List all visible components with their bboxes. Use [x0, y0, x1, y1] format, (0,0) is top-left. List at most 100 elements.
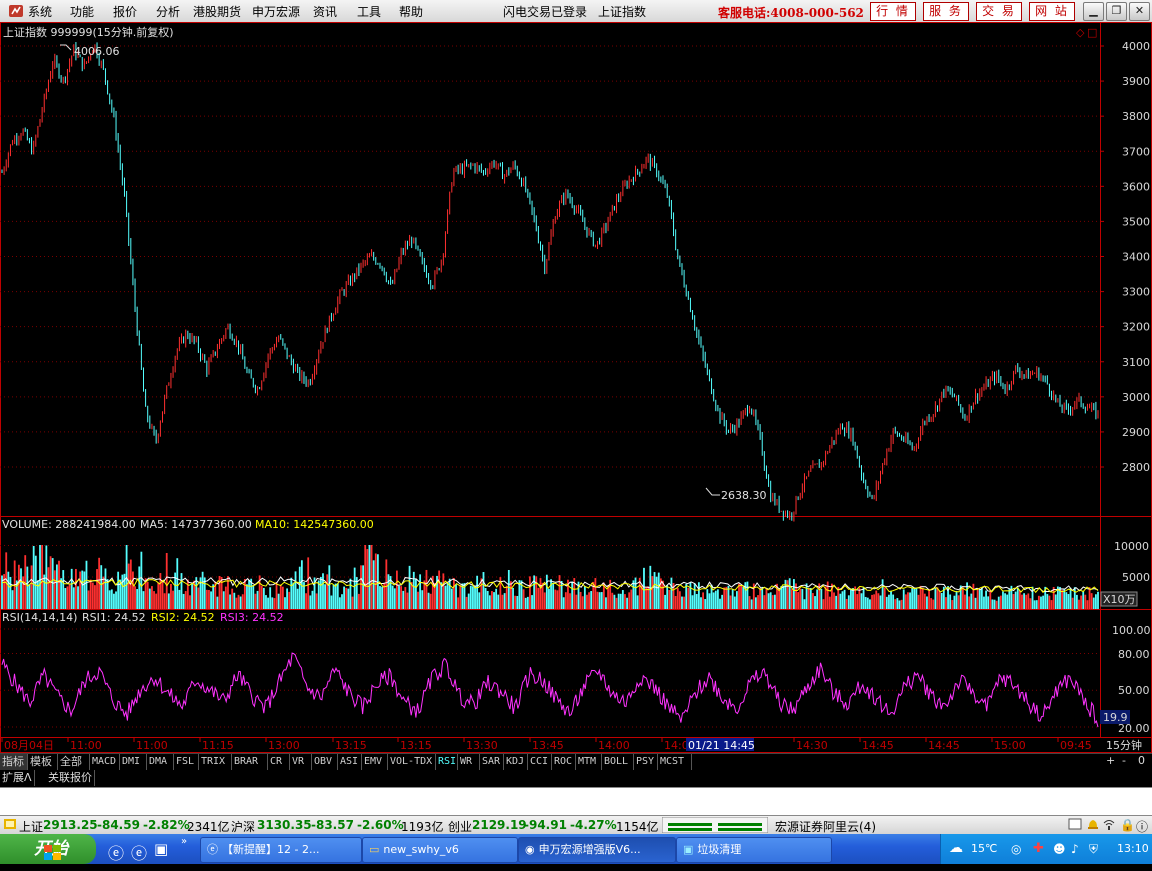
menu-item-analysis[interactable]: 分析	[156, 3, 180, 20]
tab-mcst[interactable]: MCST	[658, 754, 692, 770]
tab-roc[interactable]: ROC	[552, 754, 576, 770]
rsi-ytick-100: 100.00	[1112, 624, 1151, 637]
tab-rsi[interactable]: RSI	[436, 754, 458, 770]
tab-dmi[interactable]: DMI	[120, 754, 147, 770]
menu-item-function[interactable]: 功能	[70, 3, 94, 20]
tab-sar[interactable]: SAR	[480, 754, 504, 770]
volume-bar	[919, 585, 922, 609]
bell-icon[interactable]	[1086, 817, 1100, 834]
chart-area[interactable]: 上证指数 999999(15分钟.前复权) 4006.06 2638.30 ◇ …	[0, 22, 1152, 753]
tab-[interactable]: 指标	[0, 754, 28, 770]
volume-bar	[822, 599, 825, 609]
zoom-reset-button[interactable]: 0	[1138, 754, 1145, 767]
tab-trix[interactable]: TRIX	[199, 754, 232, 770]
volume-bar	[712, 592, 715, 609]
tray-shield-icon[interactable]: ⛨	[1089, 842, 1098, 857]
volume-bar	[267, 597, 269, 609]
tab-cci[interactable]: CCI	[528, 754, 552, 770]
tray-volume-icon[interactable]: ♪	[1071, 842, 1079, 856]
volume-bar	[678, 591, 681, 609]
volume-bar	[404, 587, 407, 609]
nav-button-service[interactable]: 服 务	[923, 2, 969, 21]
tab-brar[interactable]: BRAR	[232, 754, 268, 770]
login-status: 闪电交易已登录	[503, 5, 588, 19]
tab-related-quotes[interactable]: 关联报价	[46, 770, 95, 786]
time-tick-label: 09:45	[1060, 739, 1092, 752]
volume-bar	[940, 592, 943, 609]
tab-psy[interactable]: PSY	[634, 754, 658, 770]
quicklaunch-expand-icon[interactable]: »	[181, 836, 187, 847]
volume-bar	[332, 584, 335, 609]
volume-bar	[862, 586, 865, 609]
tray-qq-icon[interactable]: ☻	[1053, 842, 1066, 856]
volume-bar	[104, 568, 107, 609]
menu-item-system[interactable]: 系统	[28, 3, 52, 20]
volume-bar	[681, 596, 683, 609]
volume-bar	[241, 594, 244, 609]
rsi-title: RSI(14,14,14)	[2, 611, 77, 624]
volume-bar	[725, 586, 728, 609]
menu-item-tools[interactable]: 工具	[357, 3, 381, 20]
volume-bar	[1092, 597, 1095, 609]
volume-bar	[875, 590, 878, 609]
volume-bar	[866, 597, 869, 609]
desktop-icon[interactable]: ▣	[154, 840, 168, 858]
volume-bar	[256, 590, 259, 609]
tab-[interactable]: 模板	[28, 754, 58, 770]
menu-item-hk-futures[interactable]: 港股期货	[193, 3, 241, 20]
tab-fsl[interactable]: FSL	[174, 754, 199, 770]
volume-bar	[714, 590, 717, 609]
menu-item-help[interactable]: 帮助	[399, 3, 423, 20]
ie-icon-2[interactable]: ⓔ	[131, 840, 147, 864]
tab-mtm[interactable]: MTM	[576, 754, 602, 770]
start-button[interactable]: 开始	[0, 834, 96, 864]
tab-obv[interactable]: OBV	[312, 754, 338, 770]
tab-macd[interactable]: MACD	[90, 754, 120, 770]
rsi-line	[1, 652, 1099, 728]
tab-dma[interactable]: DMA	[147, 754, 174, 770]
task-swhy-app[interactable]: ◉ 申万宏源增强版V6...	[518, 837, 676, 863]
note-icon[interactable]	[1068, 817, 1082, 834]
volume-bar	[535, 576, 538, 609]
tray-network-icon[interactable]: ◎	[1011, 842, 1021, 856]
tab-extension[interactable]: 扩展Λ	[0, 770, 35, 786]
tab-vr[interactable]: VR	[290, 754, 312, 770]
nav-button-website[interactable]: 网 站	[1029, 2, 1075, 21]
tray-antivirus-icon[interactable]: ✚	[1033, 841, 1044, 856]
tab-emv[interactable]: EMV	[362, 754, 388, 770]
tab-[interactable]: 全部	[58, 754, 90, 770]
nav-button-market[interactable]: 行 情	[870, 2, 916, 21]
close-icon[interactable]: ✕	[1129, 2, 1150, 21]
menu-item-swhy[interactable]: 申万宏源	[252, 3, 300, 20]
tab-boll[interactable]: BOLL	[602, 754, 634, 770]
tab-kdj[interactable]: KDJ	[504, 754, 528, 770]
volume-bar	[514, 595, 517, 609]
minimize-icon[interactable]: ▁	[1083, 2, 1104, 21]
task-browser[interactable]: ⓔ 【新提醒】12 - 2...	[200, 837, 362, 863]
volume-bar	[127, 563, 130, 609]
nav-button-trade[interactable]: 交 易	[976, 2, 1022, 21]
volume-bar	[351, 596, 354, 609]
ie-icon[interactable]: ⓔ	[108, 840, 124, 864]
volume-bar	[1027, 593, 1030, 609]
tab-voltdx[interactable]: VOL-TDX	[388, 754, 436, 770]
time-tick-label: 14:00	[598, 739, 630, 752]
volume-bar	[79, 571, 82, 609]
task-cleaner[interactable]: ▣ 垃圾清理	[676, 837, 832, 863]
volume-bar	[1048, 595, 1051, 609]
tab-cr[interactable]: CR	[268, 754, 290, 770]
zoom-out-button[interactable]: -	[1122, 754, 1126, 767]
volume-bar	[594, 578, 597, 609]
volume-bar	[1037, 595, 1040, 609]
tab-asi[interactable]: ASI	[338, 754, 362, 770]
menu-item-info[interactable]: 资讯	[313, 3, 337, 20]
restore-icon[interactable]: ❐	[1106, 2, 1127, 21]
menu-item-quote[interactable]: 报价	[113, 3, 137, 20]
volume-bar	[655, 576, 658, 609]
volume-bar	[277, 593, 280, 609]
volume-bar	[376, 554, 379, 609]
task-folder[interactable]: ▭ new_swhy_v6	[362, 837, 518, 863]
tab-wr[interactable]: WR	[458, 754, 480, 770]
volume-bar	[786, 580, 789, 609]
zoom-in-button[interactable]: +	[1106, 754, 1115, 767]
